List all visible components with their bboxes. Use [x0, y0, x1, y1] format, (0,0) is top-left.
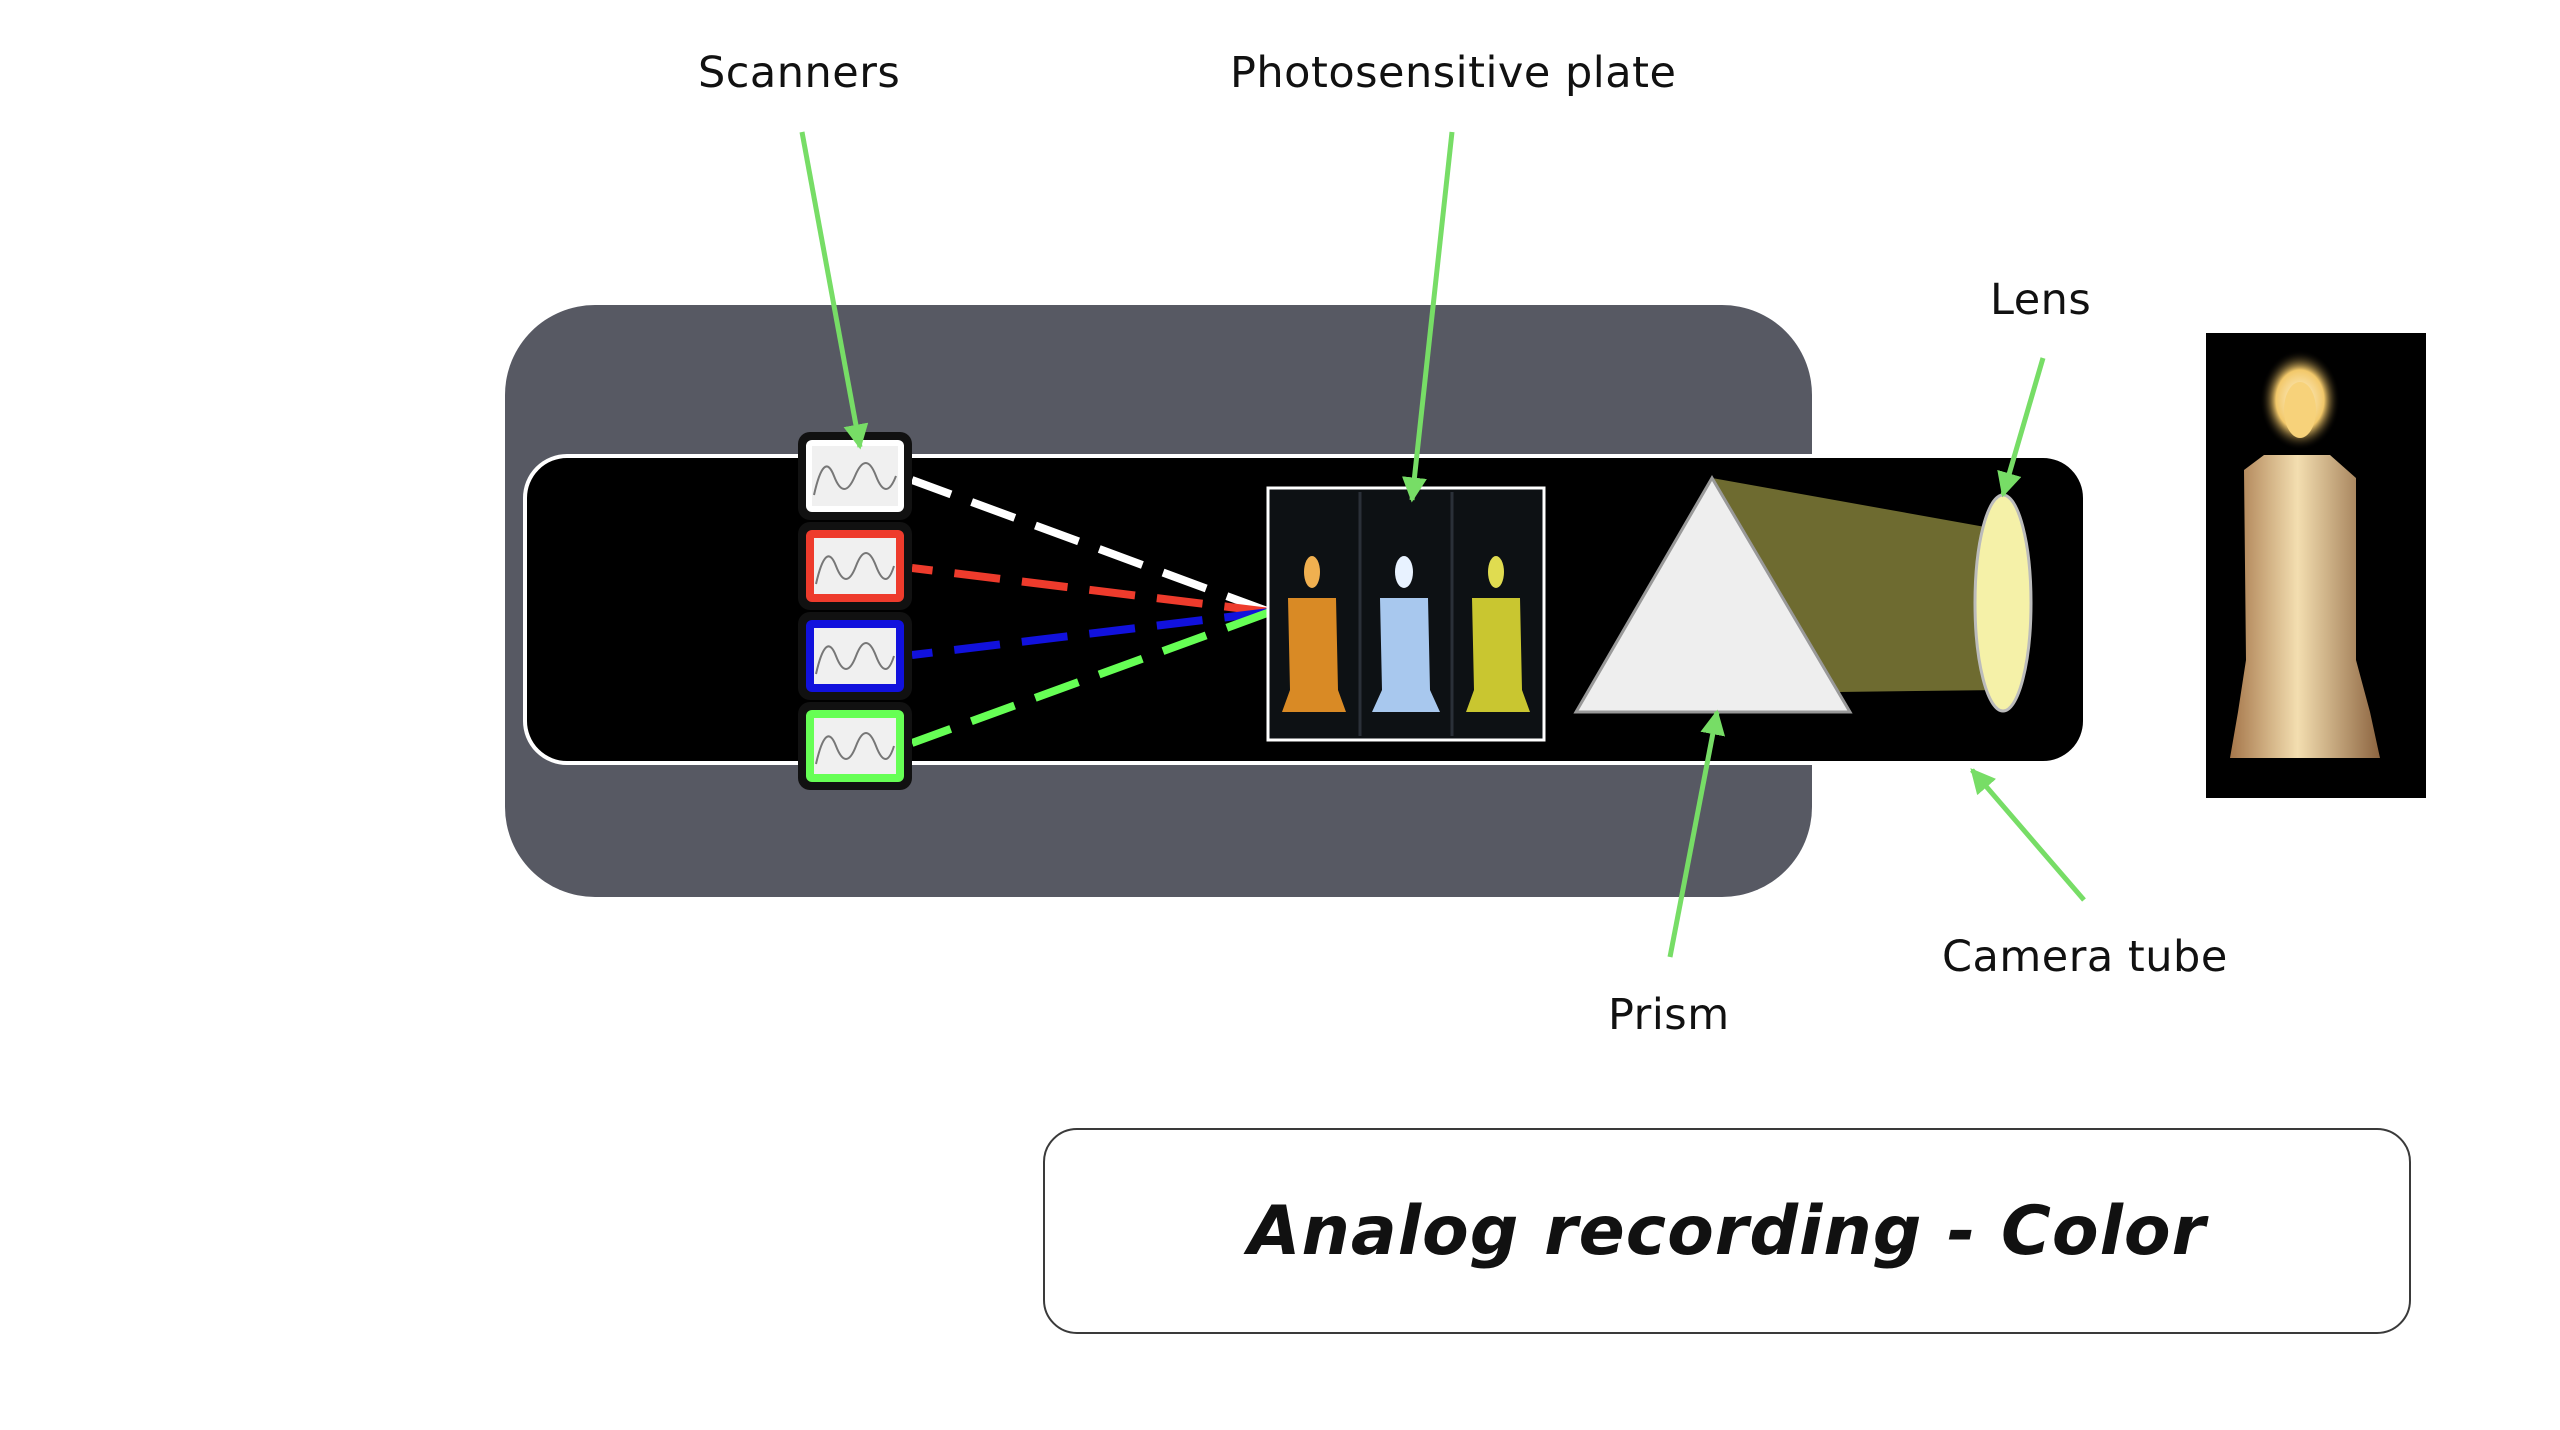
scanner-white: [798, 432, 912, 520]
title-box: Analog recording - Color: [1043, 1128, 2411, 1334]
label-lens: Lens: [1990, 275, 2092, 325]
arrow-camera-tube: [1970, 768, 2086, 902]
scanner-green: [798, 702, 912, 790]
lens: [1973, 493, 2033, 713]
scanner-blue: [798, 612, 912, 700]
scanner-red: [798, 522, 912, 610]
candle-source-image: [2206, 333, 2426, 798]
label-camera-tube: Camera tube: [1942, 932, 2228, 982]
photosensitive-plate: [1266, 486, 1546, 742]
label-scanners: Scanners: [698, 48, 901, 98]
label-prism: Prism: [1608, 990, 1730, 1040]
label-photosensitive-plate: Photosensitive plate: [1230, 48, 1677, 98]
diagram-title: Analog recording - Color: [1247, 1191, 2207, 1271]
